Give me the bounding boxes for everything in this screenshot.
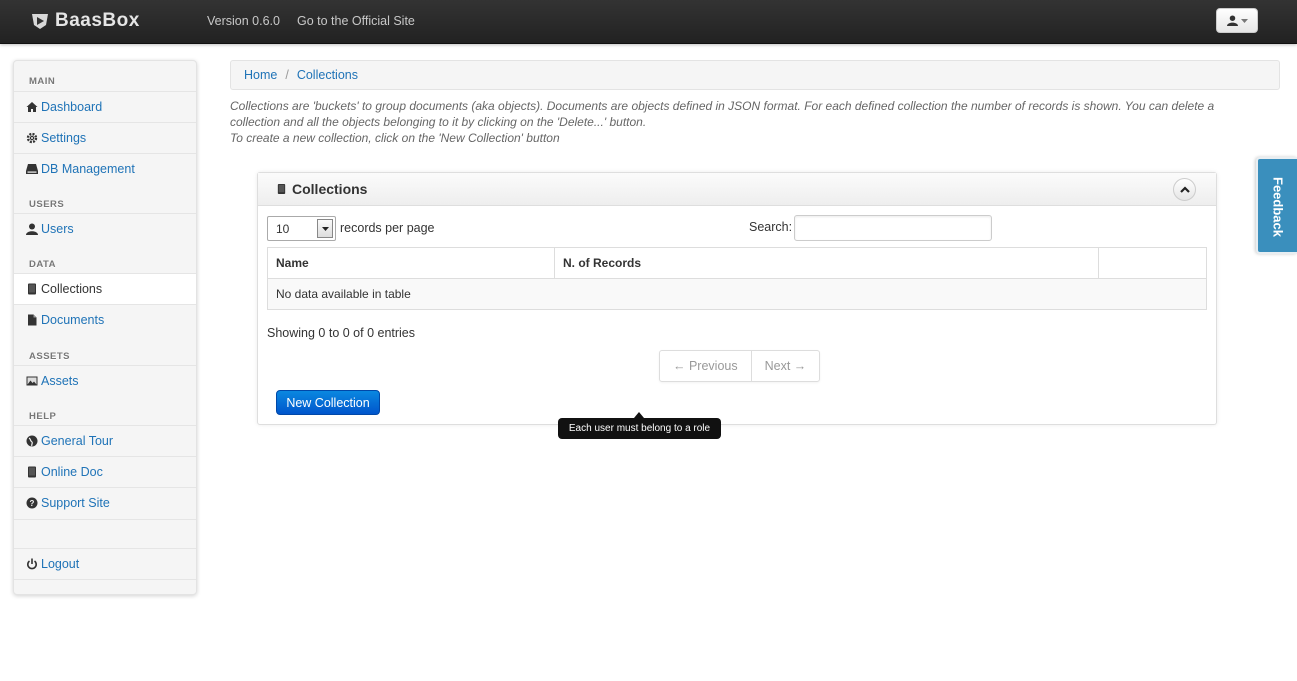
sidebar-item-label: Logout: [41, 557, 80, 571]
nav-header-assets: ASSETS: [29, 351, 71, 362]
sidebar-item-label: Collections: [41, 282, 103, 296]
user-icon: [1226, 15, 1238, 26]
top-navbar: BaasBox Version 0.6.0 Go to the Official…: [0, 0, 1297, 44]
picture-icon: [26, 375, 38, 387]
sidebar-item-general-tour[interactable]: General Tour: [14, 425, 196, 456]
sidebar-item-db-management[interactable]: DB Management: [14, 153, 196, 184]
next-button[interactable]: Next →: [750, 351, 820, 381]
svg-text:?: ?: [30, 499, 35, 508]
column-header-actions: [1098, 247, 1207, 279]
previous-button[interactable]: ← Previous: [660, 351, 751, 381]
official-site-link[interactable]: Go to the Official Site: [297, 14, 415, 28]
sidebar-divider: [14, 519, 196, 520]
book-icon: [26, 466, 38, 478]
breadcrumb: Home / Collections: [230, 60, 1280, 90]
book-icon: [277, 183, 286, 195]
breadcrumb-separator: /: [285, 68, 289, 82]
file-icon: [26, 314, 38, 326]
sidebar-item-label: General Tour: [41, 434, 114, 448]
brand-name: BaasBox: [55, 10, 140, 31]
page-length-label: records per page: [340, 221, 435, 235]
collapse-button[interactable]: [1173, 178, 1196, 201]
sidebar: MAIN Dashboard Settings DB Management US…: [13, 60, 197, 595]
pagination: ← Previous Next →: [659, 350, 821, 382]
sidebar-item-assets[interactable]: Assets: [14, 365, 196, 396]
sidebar-item-settings[interactable]: Settings: [14, 122, 196, 153]
sidebar-item-documents[interactable]: Documents: [14, 304, 196, 335]
feedback-tab[interactable]: Feedback: [1256, 157, 1297, 254]
new-collection-button[interactable]: New Collection: [276, 390, 380, 415]
intro-text: Collections are 'buckets' to group docum…: [230, 98, 1260, 146]
nav-header-users: USERS: [29, 199, 65, 210]
baasbox-logo-icon: [32, 14, 48, 29]
feedback-label: Feedback: [1270, 177, 1286, 237]
dropdown-arrow-icon: [317, 219, 333, 238]
power-icon: [26, 558, 38, 570]
column-header-name[interactable]: Name: [267, 247, 555, 279]
sidebar-item-dashboard[interactable]: Dashboard: [14, 91, 196, 122]
page-length-select[interactable]: 10: [267, 216, 336, 241]
gear-icon: [26, 132, 38, 144]
sidebar-item-label: Users: [41, 222, 74, 236]
brand[interactable]: BaasBox: [30, 10, 140, 32]
chevron-up-icon: [1179, 186, 1190, 193]
sidebar-item-label: Settings: [41, 131, 87, 145]
nav-header-help: HELP: [29, 411, 57, 422]
collections-panel: Collections 10 records per page Search: …: [257, 172, 1217, 425]
sidebar-item-label: DB Management: [41, 162, 135, 176]
book-icon: [26, 283, 38, 295]
empty-table-message: No data available in table: [267, 278, 1207, 310]
sidebar-item-support-site[interactable]: ? Support Site: [14, 487, 196, 518]
collections-table: Name N. of Records No data available in …: [267, 247, 1207, 310]
user-icon: [26, 223, 38, 235]
question-icon: ?: [26, 497, 38, 509]
search-input[interactable]: [794, 215, 992, 241]
caret-down-icon: [1240, 18, 1248, 23]
sidebar-item-users[interactable]: Users: [14, 213, 196, 244]
hdd-icon: [26, 163, 38, 175]
sidebar-divider: [14, 579, 196, 580]
nav-header-data: DATA: [29, 259, 56, 270]
search-label: Search:: [749, 220, 793, 234]
intro-line-2: To create a new collection, click on the…: [230, 131, 560, 145]
sidebar-item-label: Online Doc: [41, 465, 103, 479]
user-menu-button[interactable]: [1216, 8, 1258, 33]
home-icon: [26, 101, 38, 113]
breadcrumb-home[interactable]: Home: [244, 68, 277, 82]
table-row: No data available in table: [267, 278, 1207, 310]
table-info: Showing 0 to 0 of 0 entries: [267, 326, 416, 340]
nav-header-main: MAIN: [29, 76, 56, 87]
panel-header: Collections: [258, 173, 1216, 206]
sidebar-item-label: Assets: [41, 374, 79, 388]
column-header-records[interactable]: N. of Records: [554, 247, 1099, 279]
intro-line-1: Collections are 'buckets' to group docum…: [230, 99, 1215, 129]
sidebar-item-logout[interactable]: Logout: [14, 548, 196, 579]
sidebar-item-label: Documents: [41, 313, 105, 327]
tooltip: Each user must belong to a role: [558, 418, 721, 439]
version-link[interactable]: Version 0.6.0: [207, 14, 280, 28]
sidebar-item-online-doc[interactable]: Online Doc: [14, 456, 196, 487]
breadcrumb-collections[interactable]: Collections: [297, 68, 358, 82]
panel-title: Collections: [292, 181, 368, 197]
page-length-value: 10: [276, 222, 290, 236]
sidebar-item-label: Support Site: [41, 496, 110, 510]
globe-icon: [26, 435, 38, 447]
sidebar-item-collections[interactable]: Collections: [14, 273, 196, 304]
sidebar-item-label: Dashboard: [41, 100, 103, 114]
